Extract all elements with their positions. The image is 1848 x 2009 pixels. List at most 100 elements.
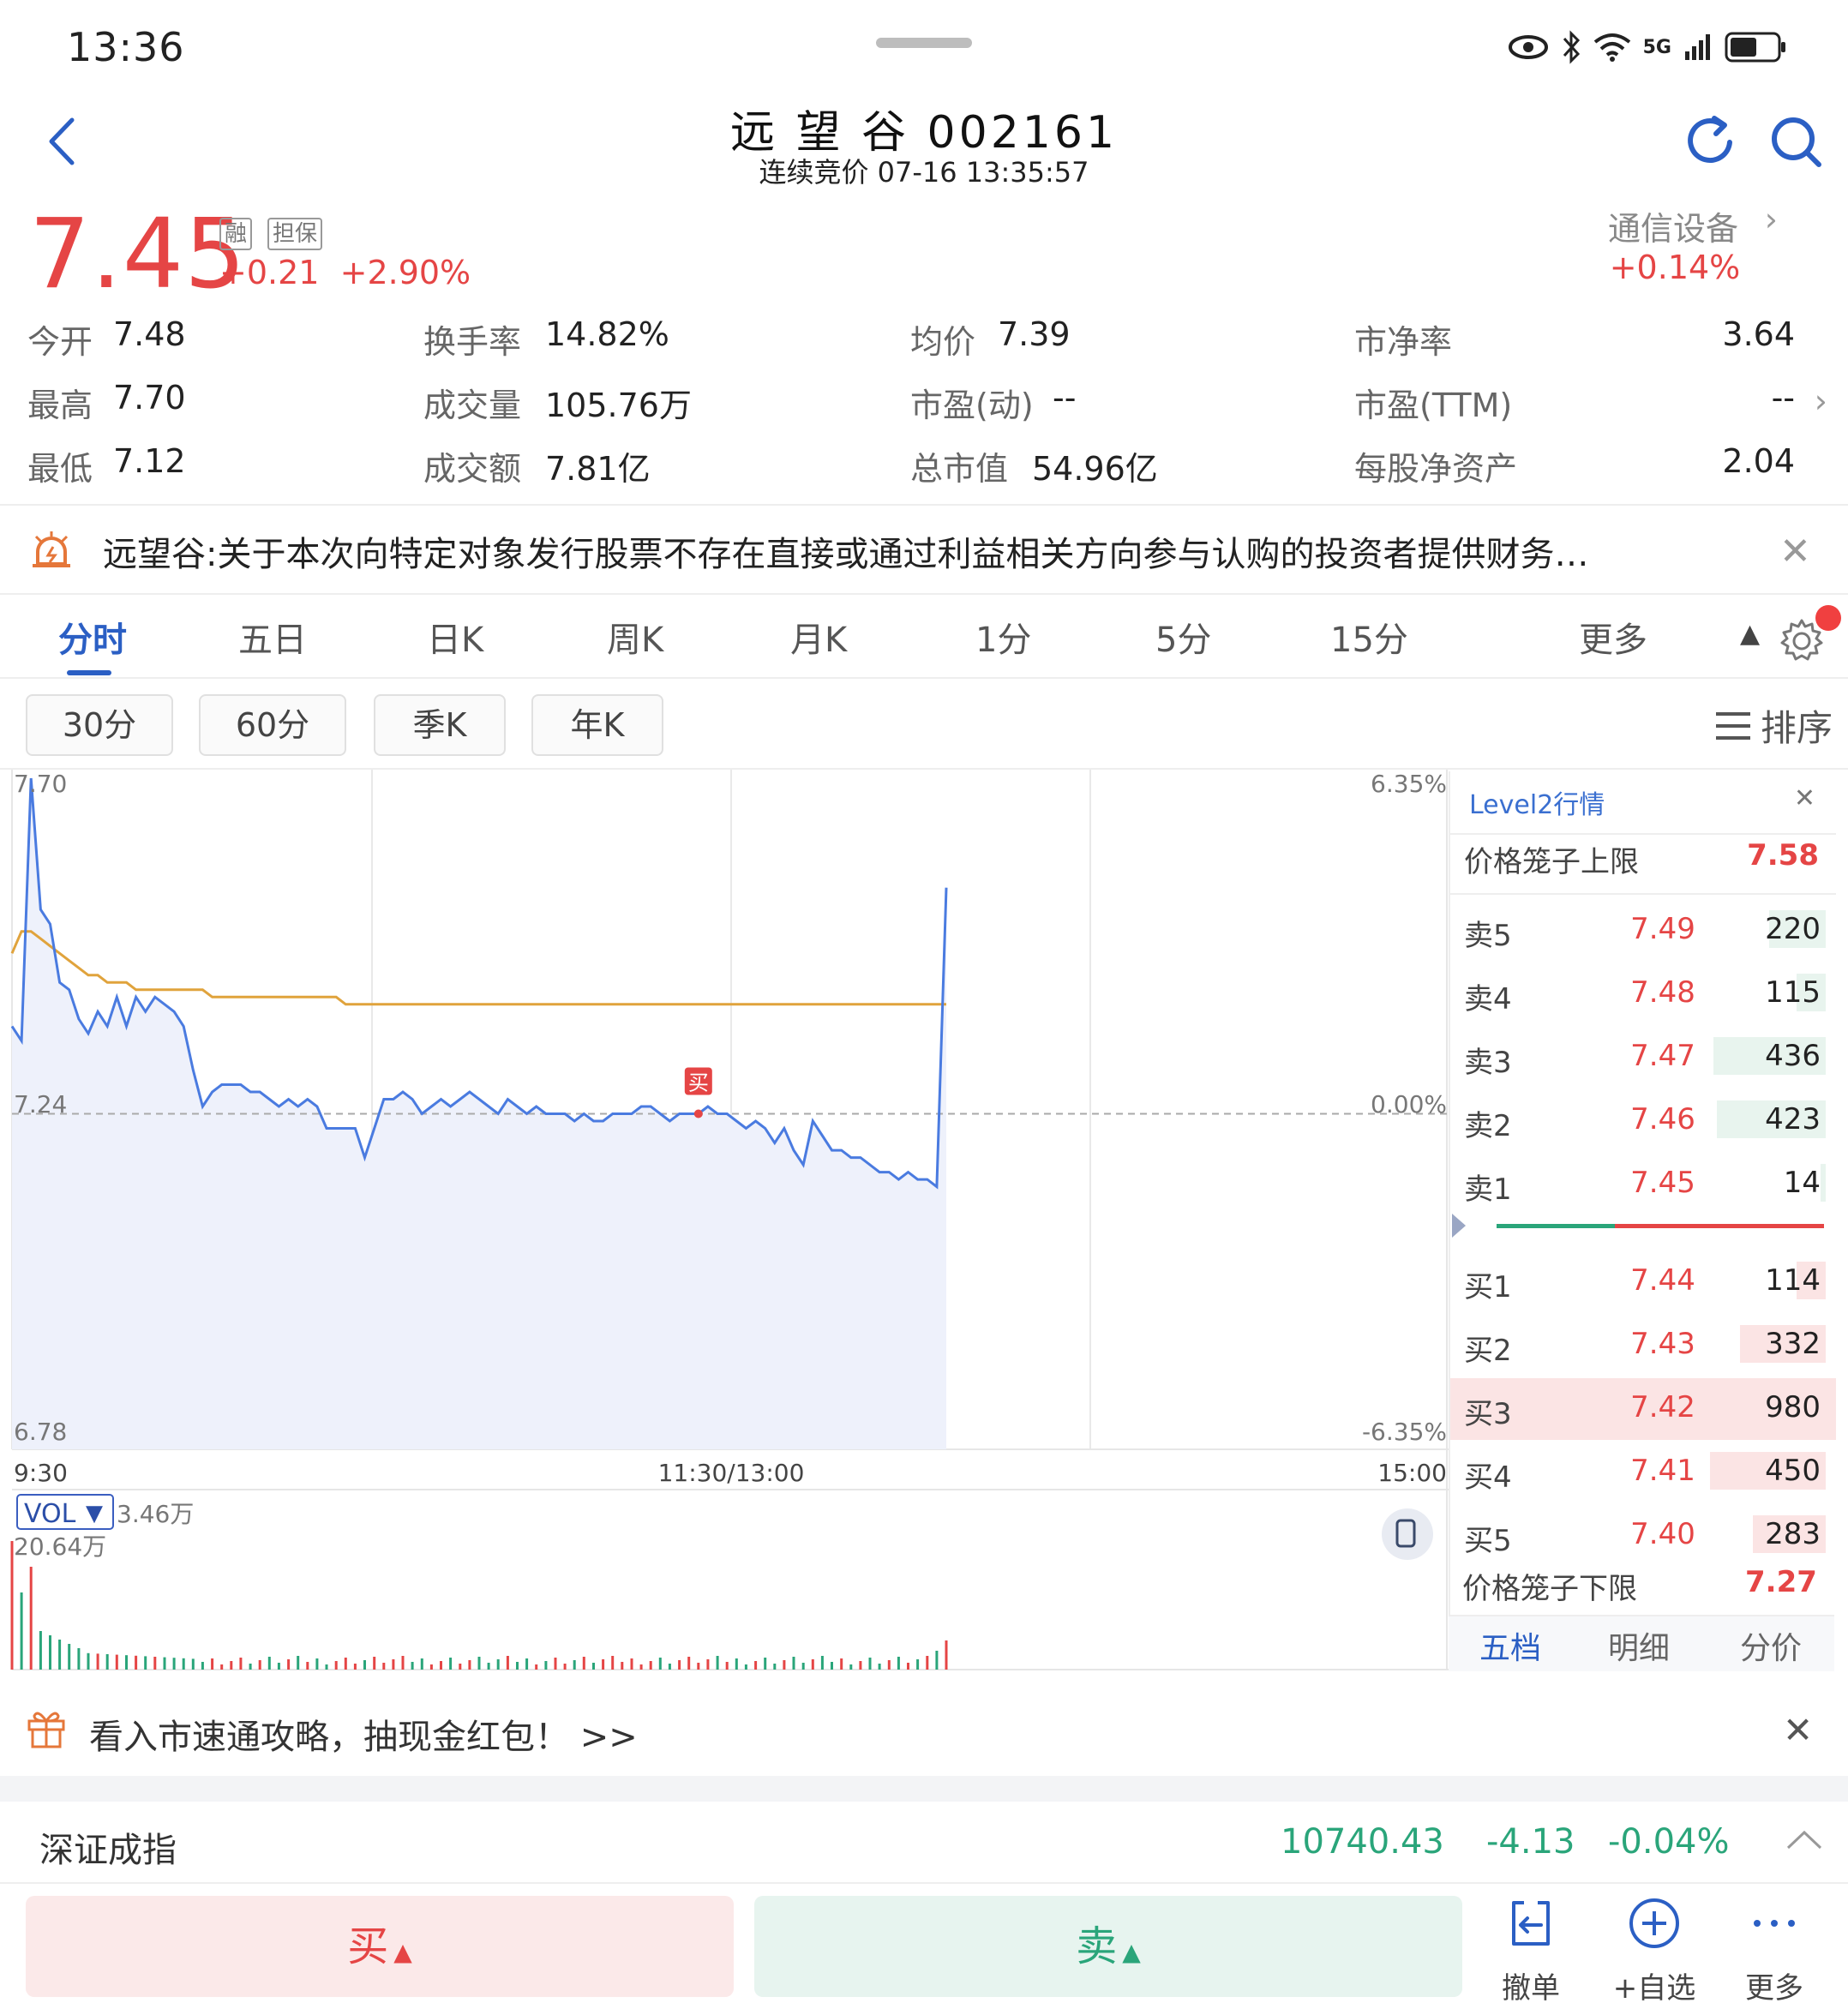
volume-bar	[306, 1662, 309, 1670]
volume-bar	[831, 1662, 833, 1670]
bid-row[interactable]: 买2 7.43 332	[1450, 1315, 1836, 1376]
volume-bar	[668, 1664, 671, 1670]
volume-bar	[630, 1658, 633, 1670]
more-button[interactable]: 更多	[1714, 1894, 1834, 2006]
tab-details[interactable]: 明细	[1608, 1623, 1670, 1668]
ask-row[interactable]: 卖2 7.46 423	[1450, 1090, 1836, 1152]
volume-bar	[477, 1657, 481, 1670]
volume-bar	[516, 1662, 519, 1670]
bid-row[interactable]: 买4 7.41 450	[1450, 1442, 1836, 1503]
bid-row[interactable]: 买5 7.40 283	[1450, 1505, 1836, 1567]
tab-15min[interactable]: 15分	[1330, 612, 1408, 662]
bvps-value: 2.04	[1722, 442, 1795, 480]
tab-intraday[interactable]: 分时	[58, 612, 127, 662]
y-tick-bottom: 6.78	[14, 1418, 67, 1446]
cancel-order-button[interactable]: 撤单	[1471, 1894, 1591, 2006]
volume-bar	[315, 1658, 319, 1670]
volume-bar	[621, 1662, 624, 1670]
tab-1min[interactable]: 1分	[975, 612, 1031, 662]
bid-row[interactable]: 买1 7.44 114	[1450, 1251, 1836, 1313]
sector-link[interactable]: 通信设备	[1608, 202, 1738, 249]
tab-price-dist[interactable]: 分价	[1740, 1623, 1802, 1668]
volume-bar	[297, 1656, 300, 1670]
ask-row[interactable]: 卖5 7.49 220	[1450, 900, 1836, 962]
period-quarter-k-button[interactable]: 季K	[374, 694, 506, 756]
level2-title[interactable]: Level2行情	[1469, 783, 1605, 821]
ask-row[interactable]: 卖3 7.47 436	[1450, 1027, 1836, 1088]
market-cap-value: 54.96亿	[1032, 450, 1158, 488]
expand-quote-icon[interactable]: ›	[1815, 382, 1827, 420]
add-watchlist-button[interactable]: +自选	[1594, 1894, 1714, 2006]
open-value: 7.48	[113, 315, 186, 353]
rotate-screen-button[interactable]	[1382, 1508, 1433, 1560]
low-label: 最低	[27, 450, 93, 488]
buy-button[interactable]: 买 ▲	[26, 1896, 734, 1997]
level-price: 7.40	[1630, 1517, 1695, 1551]
plus-circle-icon	[1629, 1898, 1679, 1948]
volume-bar	[68, 1644, 71, 1670]
period-year-k-button[interactable]: 年K	[531, 694, 663, 756]
volume-bar	[887, 1660, 891, 1670]
sell-button[interactable]: 卖 ▲	[754, 1896, 1462, 1997]
volume-bar	[420, 1658, 423, 1670]
y-tick-mid: 7.24	[14, 1090, 67, 1118]
tab-five-levels[interactable]: 五档	[1479, 1623, 1541, 1668]
index-value: 10740.43	[1281, 1822, 1444, 1862]
tab-daily-k[interactable]: 日K	[427, 612, 483, 662]
amount-label: 成交额	[423, 450, 522, 488]
volume-bar	[897, 1657, 900, 1670]
volume-bar	[544, 1661, 548, 1670]
volume-bar	[125, 1655, 128, 1670]
volume-bar	[573, 1660, 576, 1670]
volume-bar	[58, 1640, 62, 1670]
volume-bar	[706, 1659, 710, 1670]
add-watchlist-label: +自选	[1612, 1971, 1696, 2006]
tab-more[interactable]: 更多	[1579, 612, 1647, 662]
volume-bar	[582, 1657, 585, 1670]
announcement-text[interactable]: 远望谷:关于本次向特定对象发行股票不存在直接或通过利益相关方向参与认购的投资者提…	[103, 526, 1646, 576]
y-tick-top: 7.70	[14, 770, 67, 798]
volume-bar	[506, 1656, 509, 1670]
ask-row[interactable]: 卖1 7.45 14	[1450, 1154, 1836, 1215]
volume-bar	[144, 1656, 147, 1670]
level-label: 买5	[1464, 1524, 1512, 1558]
triangle-up-icon[interactable]: ▲	[1740, 619, 1760, 649]
volume-bar	[182, 1658, 185, 1670]
close-icon[interactable]: ✕	[1779, 530, 1811, 573]
low-value: 7.12	[113, 442, 186, 480]
intraday-chart[interactable]: 买 7.70 7.24 6.78 6.35% 0.00% -6.35% 9:30…	[0, 768, 1449, 1671]
volume-bar	[744, 1664, 747, 1670]
spread-indicator	[1450, 1208, 1836, 1246]
level-price: 7.48	[1630, 975, 1695, 1010]
period-30min-button[interactable]: 30分	[26, 694, 173, 756]
volume-bar	[1821, 1164, 1826, 1202]
refresh-button[interactable]	[1680, 111, 1740, 171]
collateral-tag: 担保	[267, 218, 323, 250]
promo-text[interactable]: 看入市速通攻略，抽现金红包！ >>	[89, 1709, 638, 1759]
chevron-up-icon[interactable]	[1783, 1819, 1826, 1862]
level-volume: 14	[1783, 1166, 1821, 1200]
volume-bar	[105, 1654, 109, 1670]
volume-bar	[801, 1663, 805, 1670]
avg-price-line	[10, 930, 946, 1006]
sort-button[interactable]: 排序	[1714, 699, 1833, 752]
tab-monthly-k[interactable]: 月K	[790, 612, 847, 662]
close-icon[interactable]: ✕	[1783, 1709, 1813, 1751]
tab-weekly-k[interactable]: 周K	[607, 612, 663, 662]
drag-handle[interactable]	[876, 38, 972, 48]
tab-5min[interactable]: 5分	[1155, 612, 1211, 662]
search-button[interactable]	[1766, 111, 1826, 171]
network-type: 5G	[1642, 36, 1671, 58]
ask-row[interactable]: 卖4 7.48 115	[1450, 963, 1836, 1025]
volume-bar	[820, 1656, 824, 1670]
close-icon[interactable]: ✕	[1794, 783, 1815, 813]
tab-five-day[interactable]: 五日	[238, 612, 307, 662]
bid-row[interactable]: 买3 7.42 980	[1450, 1378, 1836, 1440]
cancel-order-icon	[1512, 1901, 1550, 1946]
volume-bar	[602, 1659, 605, 1670]
period-60min-button[interactable]: 60分	[199, 694, 346, 756]
volume-bar	[440, 1661, 442, 1670]
index-name[interactable]: 深证成指	[39, 1822, 177, 1872]
level-volume: 114	[1765, 1263, 1821, 1298]
market-cap-label: 总市值	[910, 450, 1009, 488]
